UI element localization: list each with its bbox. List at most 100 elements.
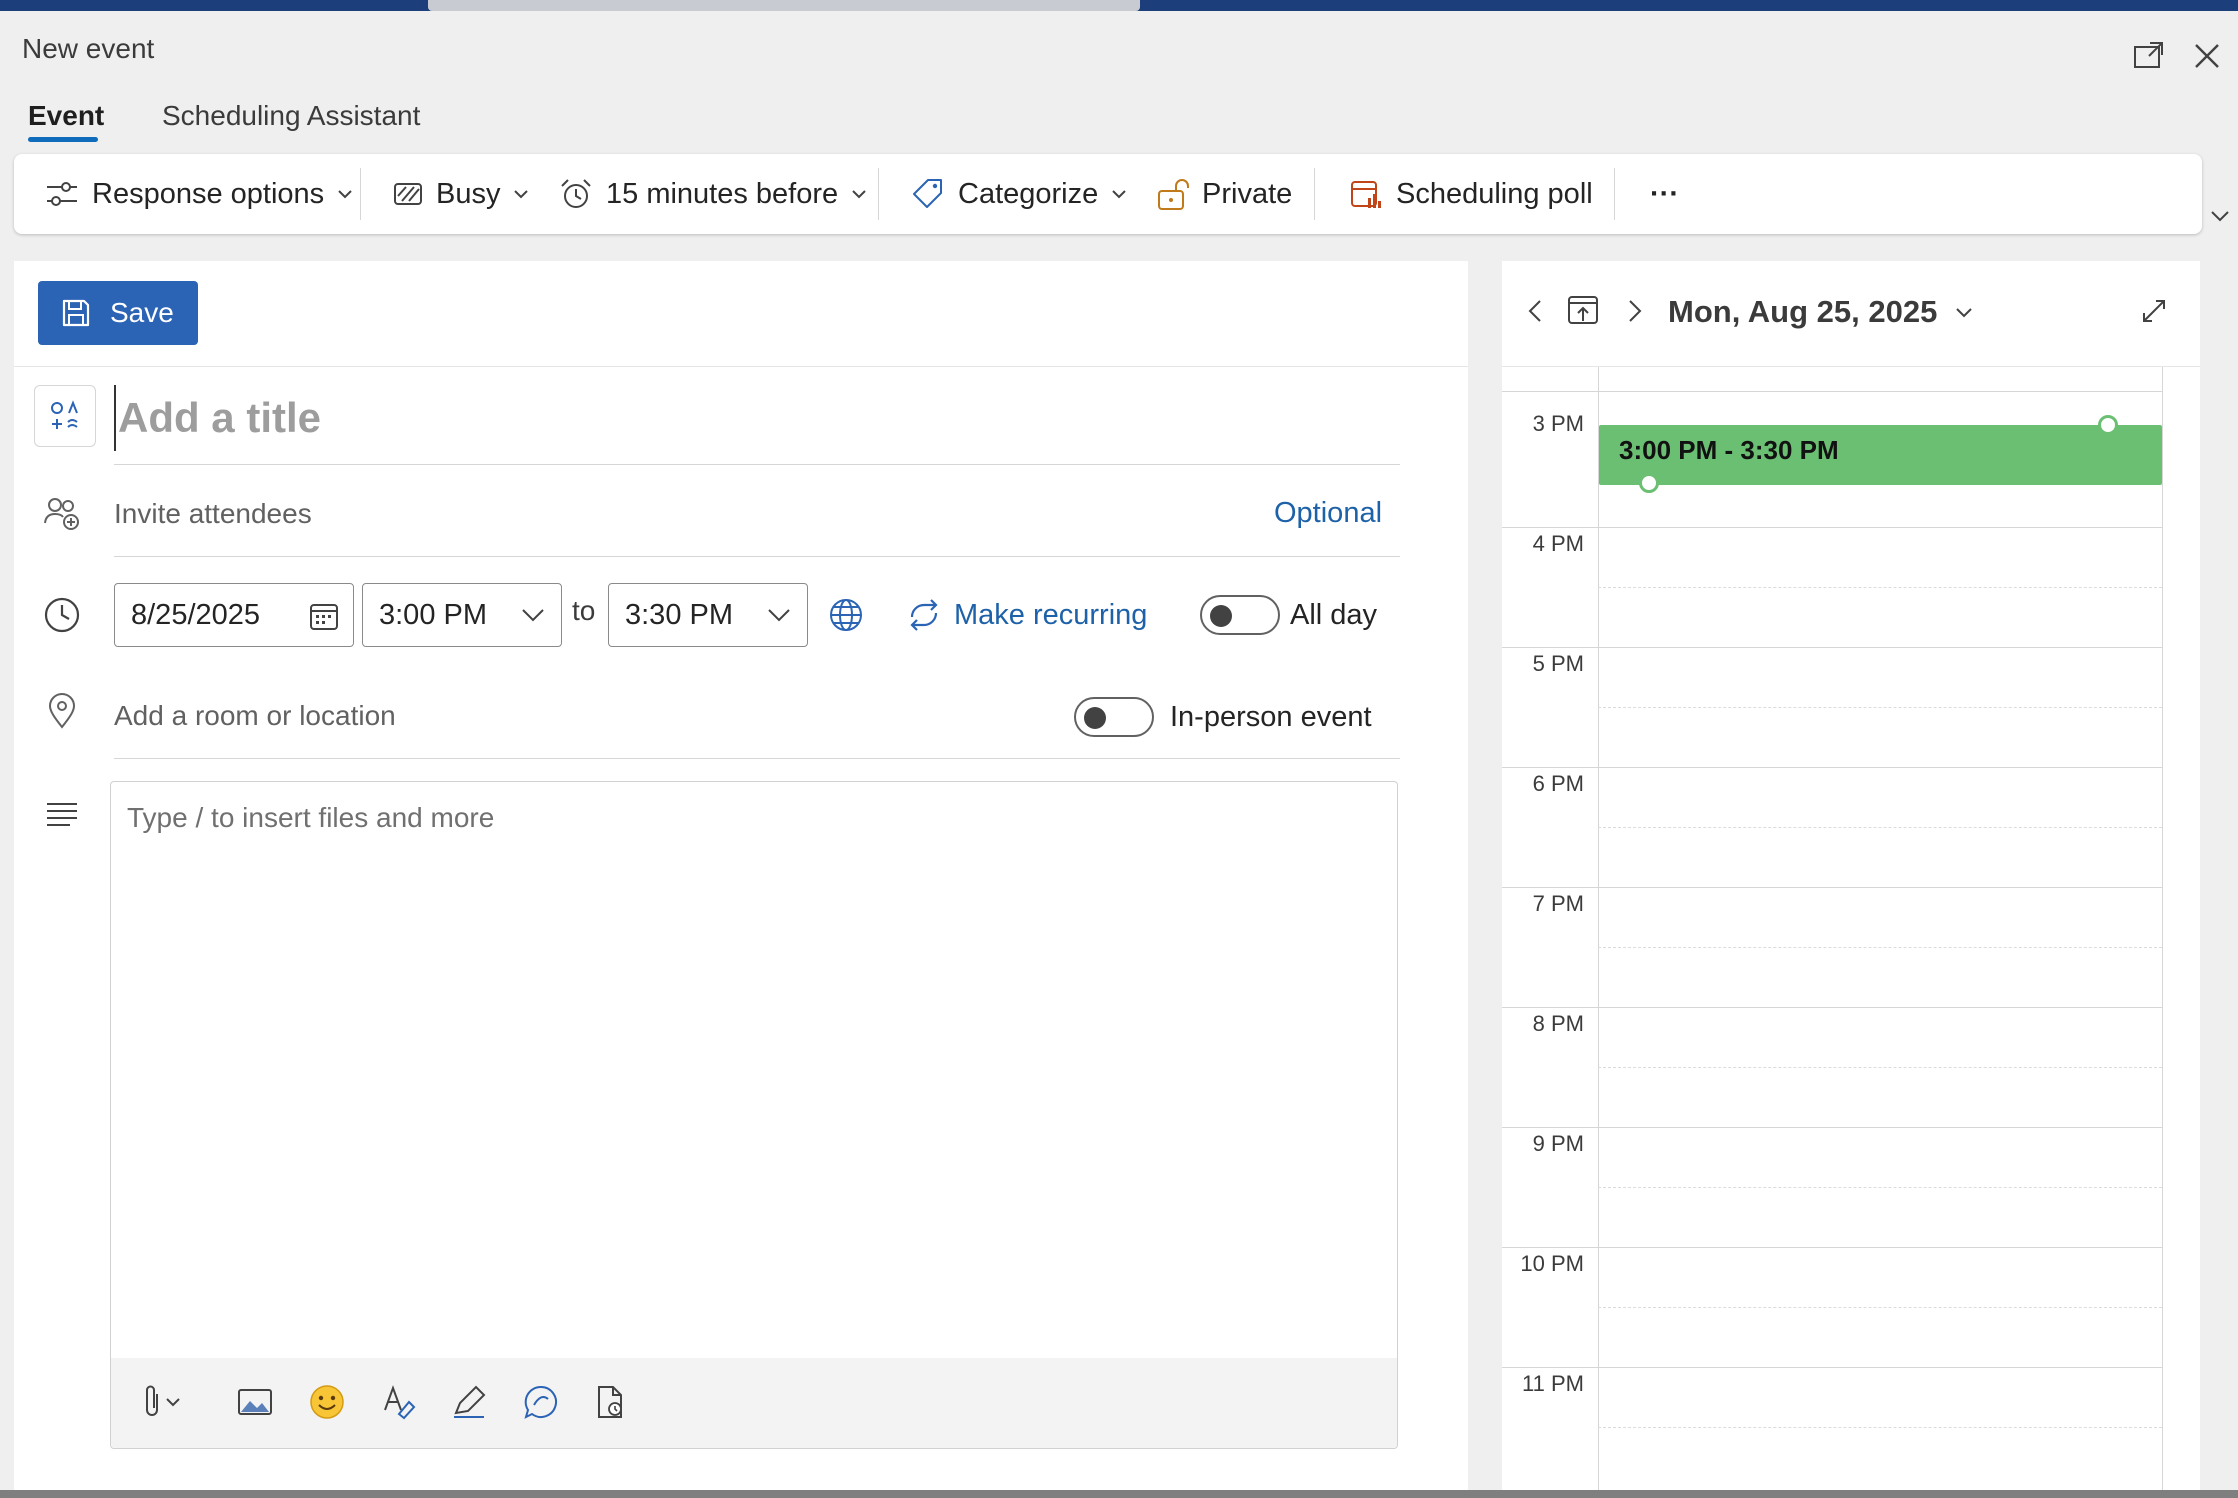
start-date-picker[interactable]: 8/25/2025 <box>114 583 354 647</box>
ribbon-toolbar: Response options Busy 15 minutes before … <box>14 154 2202 234</box>
hour-label: 8 PM <box>1532 1011 1584 1036</box>
sliders-icon <box>47 182 77 206</box>
half-hour-line <box>1598 827 2162 828</box>
scheduling-poll-icon <box>1351 181 1381 208</box>
chat-bubble-icon <box>524 1385 557 1419</box>
save-bar: Save <box>14 261 1468 367</box>
attach-file-button[interactable] <box>141 1380 201 1424</box>
go-to-today-icon[interactable] <box>1566 293 1600 327</box>
chevron-down-icon <box>514 190 529 199</box>
hour-label: 5 PM <box>1532 651 1584 676</box>
hour-label: 3 PM <box>1532 411 1584 436</box>
format-painter-button[interactable] <box>377 1380 421 1424</box>
chevron-down-icon <box>338 190 352 199</box>
all-day-label: All day <box>1290 599 1378 631</box>
active-tab-indicator <box>28 137 98 142</box>
add-people-icon <box>44 498 79 530</box>
show-as-button[interactable]: Busy <box>392 154 530 234</box>
event-time-label: 3:00 PM - 3:30 PM <box>1619 435 1839 465</box>
invite-attendees-input[interactable] <box>114 489 1014 539</box>
divider <box>114 464 1400 465</box>
chevron-right-icon[interactable] <box>1620 297 1648 325</box>
hour-line <box>1502 1127 2162 1128</box>
event-body-editor[interactable]: Type / to insert files and more <box>110 781 1398 1449</box>
hour-line <box>1502 887 2162 888</box>
taskbar-strip <box>0 0 2238 11</box>
hour-label: 10 PM <box>1520 1251 1584 1276</box>
day-grid[interactable]: 3 PM 4 PM 5 PM 6 PM 7 PM 8 PM 9 PM 10 PM 11 PM 3… <box>1502 367 2200 1490</box>
in-person-label: In-person event <box>1170 701 1372 733</box>
draw-button[interactable] <box>447 1380 491 1424</box>
start-time-dropdown[interactable]: 3:00 PM <box>362 583 562 647</box>
insert-picture-button[interactable] <box>233 1380 277 1424</box>
tab-scheduling-assistant[interactable]: Scheduling Assistant <box>162 100 420 132</box>
hour-label: 9 PM <box>1532 1131 1584 1156</box>
more-options-label: ··· <box>1650 177 1679 210</box>
private-label: Private <box>1202 177 1293 210</box>
chevron-down-icon <box>768 609 790 622</box>
half-hour-line <box>1598 1307 2162 1308</box>
reminder-button[interactable]: 15 minutes before <box>558 154 868 234</box>
hour-label: 11 PM <box>1522 1371 1584 1396</box>
clock-icon <box>44 597 80 633</box>
optional-attendees-link[interactable]: Optional <box>1274 497 1382 530</box>
event-block[interactable]: 3:00 PM - 3:30 PM <box>1599 425 2162 485</box>
make-recurring-link[interactable]: Make recurring <box>954 599 1147 632</box>
copilot-chat-button[interactable] <box>519 1380 563 1424</box>
event-title-input[interactable] <box>114 385 1334 451</box>
to-label: to <box>572 595 596 626</box>
in-person-toggle[interactable] <box>1074 697 1154 737</box>
document-clock-icon <box>598 1386 622 1418</box>
more-options-button[interactable]: ··· <box>1650 154 1679 234</box>
pen-icon <box>454 1385 486 1418</box>
tab-event[interactable]: Event <box>28 100 104 132</box>
categorize-button[interactable]: Categorize <box>910 154 1128 234</box>
event-resize-handle-top[interactable] <box>2098 415 2118 435</box>
divider <box>114 758 1400 759</box>
event-resize-handle-bottom[interactable] <box>1639 473 1659 493</box>
grid-right-edge <box>2162 367 2163 1490</box>
ribbon-separator <box>878 168 879 220</box>
day-calendar-pane: Mon, Aug 25, 2025 3 PM 4 PM 5 PM 6 PM 7 PM 8 … <box>1502 261 2200 1490</box>
scheduling-poll-label: Scheduling poll <box>1396 177 1593 210</box>
location-input[interactable] <box>114 691 914 741</box>
insert-emoji-button[interactable] <box>305 1380 349 1424</box>
hour-line <box>1502 647 2162 648</box>
busy-status-icon <box>394 183 422 205</box>
half-hour-line <box>1598 947 2162 948</box>
chevron-left-icon[interactable] <box>1522 297 1550 325</box>
half-hour-line <box>1598 707 2162 708</box>
scheduling-poll-button[interactable]: Scheduling poll <box>1348 154 1593 234</box>
hour-line <box>1502 767 2162 768</box>
half-hour-line <box>1598 587 2162 588</box>
hour-label: 6 PM <box>1532 771 1584 796</box>
chevron-down-icon <box>852 190 866 199</box>
alarm-clock-icon <box>561 179 591 208</box>
all-day-toggle[interactable] <box>1200 595 1280 635</box>
ribbon-expand-chevron-icon[interactable] <box>2208 204 2232 228</box>
end-time-dropdown[interactable]: 3:30 PM <box>608 583 808 647</box>
hour-line <box>1502 1007 2162 1008</box>
search-box-strip <box>428 0 1140 11</box>
start-date-value: 8/25/2025 <box>131 598 261 631</box>
divider <box>114 556 1400 557</box>
response-options-button[interactable]: Response options <box>44 154 354 234</box>
close-icon[interactable] <box>2190 39 2224 73</box>
pop-out-icon[interactable] <box>2132 39 2166 73</box>
shapes-icon <box>51 400 78 429</box>
body-format-toolbar <box>111 1358 1397 1448</box>
calendar-header: Mon, Aug 25, 2025 <box>1502 261 2200 367</box>
expand-icon[interactable] <box>2140 297 2168 325</box>
save-button[interactable]: Save <box>38 281 198 345</box>
calendar-date-picker[interactable]: Mon, Aug 25, 2025 <box>1668 294 1974 330</box>
time-zone-globe-icon[interactable] <box>826 595 866 635</box>
title-suggestions-button[interactable] <box>34 385 96 447</box>
emoji-icon <box>310 1385 344 1419</box>
private-button[interactable]: Private <box>1154 154 1292 234</box>
response-options-label: Response options <box>92 177 325 210</box>
end-time-value: 3:30 PM <box>625 598 733 631</box>
tag-icon <box>913 179 942 208</box>
start-time-value: 3:00 PM <box>379 598 487 631</box>
insert-loop-component-button[interactable] <box>589 1380 633 1424</box>
paperclip-icon <box>146 1385 180 1416</box>
